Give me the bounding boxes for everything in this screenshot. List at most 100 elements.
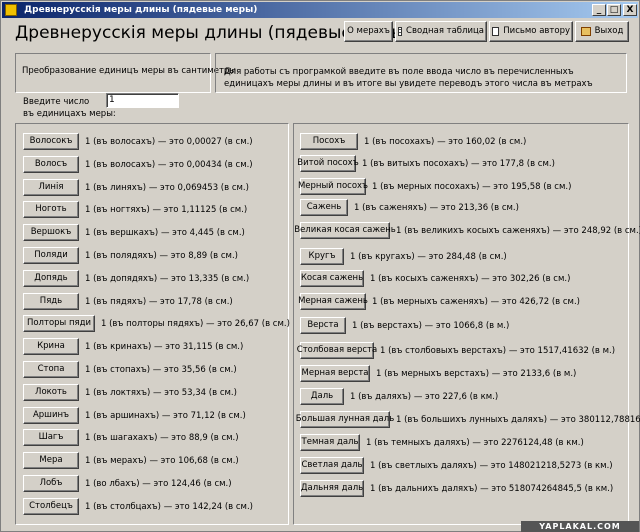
right-unit-result: 1 (въ верстахъ) — это 1066,8 (в м.)	[352, 321, 510, 331]
left-unit-result: 1 (въ мерахъ) — это 106,68 (в см.)	[85, 456, 239, 466]
right-unit-result: 1 (въ саженяхъ) — это 213,36 (в см.)	[354, 203, 519, 213]
about-measures-label: О мерахъ	[347, 25, 390, 36]
right-unit-button[interactable]: Витой посохъ	[297, 155, 359, 172]
left-unit-button[interactable]: Локоть	[23, 384, 79, 401]
left-unit-button[interactable]: Вершокъ	[23, 224, 79, 241]
right-unit-button[interactable]: Большая лунная даль	[296, 411, 394, 428]
left-unit-result: 1 (въ допядяхъ) — это 13,335 (в см.)	[85, 274, 250, 284]
left-unit-result: 1 (въ локтяхъ) — это 53,34 (в см.)	[85, 388, 237, 398]
right-unit-button-label: Посохъ	[312, 135, 346, 146]
instruction-line-1: Для работы съ програмкой введите въ поле…	[224, 67, 574, 77]
left-unit-button-label: Столбецъ	[29, 500, 73, 511]
right-unit-button-label: Темная даль	[301, 436, 359, 447]
exit-icon	[580, 27, 591, 36]
right-unit-result: 1 (въ даляхъ) — это 227,6 (в км.)	[350, 392, 499, 402]
input-label-line-1: Введите число	[23, 97, 90, 107]
left-unit-button-label: Волосокъ	[29, 135, 73, 146]
maximize-button[interactable]: □	[607, 4, 621, 16]
watermark: YAPLAKAL.COM	[521, 521, 639, 532]
left-unit-result: 1 (въ стопахъ) — это 35,56 (в см.)	[85, 365, 237, 375]
left-unit-button[interactable]: Линія	[23, 179, 79, 196]
right-unit-button-label: Даль	[310, 390, 334, 401]
number-input[interactable]: 1	[106, 93, 179, 108]
conversion-info-text: Преобразование единицъ меры въ сантиметр…	[22, 66, 237, 76]
left-unit-button-label: Крина	[37, 340, 65, 351]
right-unit-button-label: Мерная сажень	[298, 295, 368, 306]
left-unit-button[interactable]: Полторы пяди	[23, 315, 95, 332]
left-unit-button-label: Мера	[39, 454, 63, 465]
left-unit-button-label: Полторы пяди	[26, 317, 92, 328]
left-unit-button[interactable]: Мера	[23, 452, 79, 469]
right-unit-button[interactable]: Даль	[300, 388, 344, 405]
left-unit-button[interactable]: Волосъ	[23, 156, 79, 173]
right-unit-result: 1 (въ посохахъ) — это 160,02 (в см.)	[364, 137, 527, 147]
right-unit-button[interactable]: Косая сажень	[300, 270, 364, 287]
left-unit-button[interactable]: Аршинъ	[23, 407, 79, 424]
right-unit-button[interactable]: Верста	[300, 317, 346, 334]
right-unit-button[interactable]: Кругъ	[300, 248, 344, 265]
right-unit-button[interactable]: Посохъ	[300, 133, 358, 150]
right-unit-button-label: Дальняя даль	[300, 482, 364, 493]
left-unit-button[interactable]: Столбецъ	[23, 498, 79, 515]
left-unit-button[interactable]: Допядь	[23, 270, 79, 287]
right-unit-button-label: Косая сажень	[300, 272, 364, 283]
left-unit-button-label: Стопа	[37, 363, 65, 374]
minimize-button[interactable]: _	[592, 4, 606, 16]
exit-button[interactable]: Выход	[575, 21, 629, 42]
letter-author-label: Письмо автору	[503, 25, 570, 36]
conversion-info-box: Преобразование единицъ меры въ сантиметр…	[15, 53, 236, 93]
left-unit-result: 1 (въ кринахъ) — это 31,115 (в см.)	[85, 342, 244, 352]
exit-label: Выход	[594, 25, 624, 36]
window-title: Древнерусскія меры длины (пядевые меры)	[24, 5, 258, 15]
left-unit-button[interactable]: Пядь	[23, 293, 79, 310]
left-unit-button-label: Поляди	[34, 249, 68, 260]
left-unit-result: 1 (въ шагахахъ) — это 88,9 (в см.)	[85, 433, 239, 443]
left-unit-button[interactable]: Поляди	[23, 247, 79, 264]
right-unit-result: 1 (въ столбовыхъ верстахъ) — это 1517,41…	[380, 346, 616, 356]
left-unit-button[interactable]: Шагъ	[23, 429, 79, 446]
left-unit-result: 1 (въ линяхъ) — это 0,069453 (в см.)	[85, 183, 249, 193]
right-unit-button[interactable]: Мерная верста	[300, 365, 370, 382]
right-unit-button-label: Витой посохъ	[297, 157, 359, 168]
close-button[interactable]: X	[623, 4, 637, 16]
left-unit-button-label: Допядь	[34, 272, 68, 283]
summary-table-button[interactable]: Сводная таблица	[395, 21, 487, 42]
right-unit-button[interactable]: Сажень	[300, 199, 348, 216]
right-unit-result: 1 (въ темныхъ даляхъ) — это 2276124,48 (…	[366, 438, 584, 448]
left-unit-button-label: Вершокъ	[30, 226, 72, 237]
left-unit-button-label: Пядь	[39, 295, 63, 306]
right-unit-result: 1 (въ дальнихъ даляхъ) — это 51807426484…	[370, 484, 614, 494]
right-unit-result: 1 (въ витыхъ посохахъ) — это 177,8 (в см…	[362, 159, 555, 169]
about-measures-button[interactable]: О мерахъ	[344, 21, 393, 42]
right-unit-button[interactable]: Светлая даль	[300, 457, 364, 474]
input-label-line-2: въ единицахъ меры:	[23, 109, 116, 119]
right-unit-button-label: Столбовая верста	[296, 344, 378, 355]
right-unit-button-label: Мерная верста	[301, 367, 369, 378]
table-icon	[398, 27, 403, 36]
right-unit-button[interactable]: Дальняя даль	[300, 480, 364, 497]
summary-table-label: Сводная таблица	[406, 25, 484, 36]
right-unit-button-label: Светлая даль	[301, 459, 363, 470]
right-unit-button[interactable]: Мерный посохъ	[298, 178, 368, 195]
right-unit-button[interactable]: Великая косая сажень	[294, 222, 396, 239]
left-unit-button[interactable]: Ноготь	[23, 201, 79, 218]
right-unit-button-label: Великая косая сажень	[294, 224, 396, 235]
right-unit-result: 1 (въ светлыхъ даляхъ) — это 148021218,5…	[370, 461, 613, 471]
left-unit-button[interactable]: Стопа	[23, 361, 79, 378]
left-unit-result: 1 (въ вершкахъ) — это 4,445 (в см.)	[85, 228, 245, 238]
right-unit-button[interactable]: Столбовая верста	[296, 342, 378, 359]
left-unit-button-label: Волосъ	[34, 158, 68, 169]
left-unit-button[interactable]: Волосокъ	[23, 133, 79, 150]
left-unit-button[interactable]: Крина	[23, 338, 79, 355]
left-unit-button-label: Линія	[38, 181, 64, 192]
right-unit-button[interactable]: Мерная сажень	[298, 293, 368, 310]
left-unit-button[interactable]: Лобъ	[23, 475, 79, 492]
right-unit-result: 1 (въ мерных посохахъ) — это 195,58 (в с…	[372, 182, 572, 192]
right-unit-button[interactable]: Темная даль	[300, 434, 360, 451]
left-unit-result: 1 (въ аршинахъ) — это 71,12 (в см.)	[85, 411, 246, 421]
right-unit-button-label: Верста	[307, 319, 339, 330]
left-unit-result: 1 (въ ногтяхъ) — это 1,11125 (в см.)	[85, 205, 248, 215]
left-unit-result: 1 (въ пядяхъ) — это 17,78 (в см.)	[85, 297, 233, 307]
left-unit-button-label: Лобъ	[39, 477, 63, 488]
letter-author-button[interactable]: Письмо автору	[489, 21, 573, 42]
